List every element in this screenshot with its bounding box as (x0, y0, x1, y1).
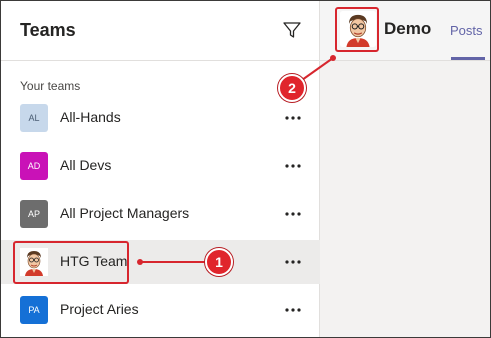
annotation-connector-lines (137, 55, 336, 265)
annotation-callout-2: 2 (278, 74, 306, 102)
annotation-callout-1: 1 (205, 248, 233, 276)
